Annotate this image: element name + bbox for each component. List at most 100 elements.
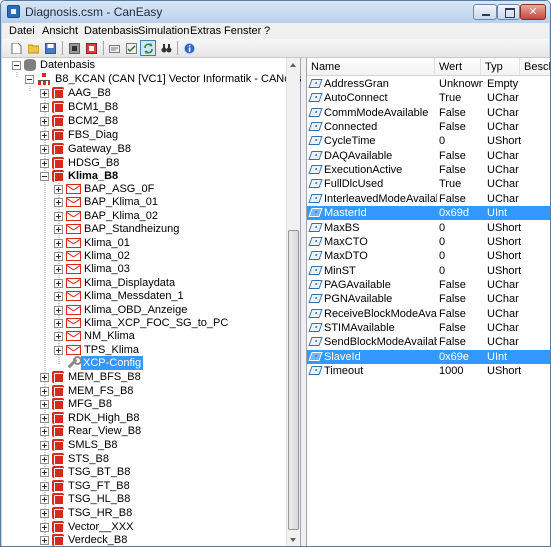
scroll-up-icon[interactable] (287, 58, 300, 73)
tree-ecu-rear_view_b8[interactable]: Rear_View_B8 (2, 424, 282, 438)
grid-row-interleavedmodeavailable[interactable]: InterleavedModeAvailableFalse UChar (307, 192, 550, 206)
tree-ecu-hdsg_b8[interactable]: HDSG_B8 (2, 156, 282, 170)
menu-extras[interactable]: Extras (190, 25, 221, 37)
database-tree[interactable]: Datenbasis B8_KCAN (CAN [VC1] Vector Inf… (2, 58, 339, 546)
expand-icon[interactable] (40, 400, 49, 410)
tree-message-klima_xcp_foc_sg_to_pc[interactable]: Klima_XCP_FOC_SG_to_PC (2, 316, 282, 330)
tree-ecu-aag_b8[interactable]: AAG_B8 (2, 86, 282, 100)
expand-icon[interactable] (54, 292, 63, 302)
expand-icon[interactable] (54, 225, 63, 235)
cell-value[interactable]: 0x69e (439, 350, 483, 364)
cell-value[interactable]: False (439, 120, 483, 134)
collapse-icon[interactable] (12, 61, 21, 70)
grid-row-stimavailable[interactable]: STIMAvailable False UChar (307, 321, 550, 335)
menu-datei[interactable]: Datei (9, 25, 35, 37)
expand-icon[interactable] (40, 536, 49, 546)
expand-icon[interactable] (54, 252, 63, 261)
expand-icon[interactable] (40, 145, 49, 154)
grid-row-pagavailable[interactable]: PAGAvailable False UChar (307, 278, 550, 292)
tree-ecu-tsg_hr_b8[interactable]: TSG_HR_B8 (2, 506, 282, 520)
tree-ecu-bcm1_b8[interactable]: BCM1_B8 (2, 100, 282, 114)
expand-icon[interactable] (54, 185, 63, 194)
cell-value[interactable]: False (439, 192, 483, 206)
tree-ecu-gateway_b8[interactable]: Gateway_B8 (2, 142, 282, 156)
new-button[interactable] (8, 40, 24, 56)
expand-icon[interactable] (40, 413, 49, 423)
collapse-icon[interactable] (25, 75, 34, 84)
cell-value[interactable]: False (439, 106, 483, 120)
expand-icon[interactable] (54, 345, 63, 355)
maximize-button[interactable] (497, 4, 520, 20)
grid-row-masterid[interactable]: MasterId 0x69d UInt (307, 206, 550, 221)
cell-value[interactable]: False (439, 278, 483, 292)
expand-icon[interactable] (40, 441, 49, 450)
expand-icon[interactable] (40, 131, 49, 140)
tree-ecu-rdk_high_b8[interactable]: RDK_High_B8 (2, 411, 282, 425)
cell-value[interactable]: True (439, 177, 483, 191)
tree-message-klima_displaydata[interactable]: Klima_Displaydata (2, 276, 282, 290)
expand-icon[interactable] (40, 481, 49, 491)
cell-value[interactable]: False (439, 292, 483, 306)
expand-icon[interactable] (40, 509, 49, 518)
grid-row-maxcto[interactable]: MaxCTO 0 UShort (307, 235, 550, 249)
tree-ecu-expanded[interactable]: Klima_B8 (2, 169, 282, 183)
cell-value[interactable]: Unknown (439, 77, 483, 91)
grid-row-cycletime[interactable]: CycleTime 0 UShort (307, 134, 550, 148)
collapse-icon[interactable] (40, 172, 49, 181)
title-bar[interactable]: Diagnosis.csm - CanEasy ✕ (1, 1, 550, 23)
record-button[interactable] (83, 40, 99, 56)
close-button[interactable]: ✕ (520, 4, 546, 20)
expand-icon[interactable] (54, 319, 63, 328)
cell-value[interactable]: False (439, 149, 483, 163)
tree-message-klima_02[interactable]: Klima_02 (2, 249, 282, 263)
expand-icon[interactable] (54, 265, 63, 275)
cell-value[interactable]: 0 (439, 235, 483, 249)
tree-message-klima_obd_anzeige[interactable]: Klima_OBD_Anzeige (2, 303, 282, 317)
grid-row-commmodeavailable[interactable]: CommModeAvailable False UChar (307, 106, 550, 120)
grid-row-slaveid[interactable]: SlaveId 0x69e UInt (307, 349, 550, 364)
tree-ecu-fbs_diag[interactable]: FBS_Diag (2, 128, 282, 142)
expand-icon[interactable] (54, 198, 63, 208)
expand-icon[interactable] (40, 522, 49, 532)
minimize-button[interactable] (473, 4, 497, 20)
tree-message-bap_klima_02[interactable]: BAP_Klima_02 (2, 209, 282, 223)
grid-row-maxbs[interactable]: MaxBS 0 UShort (307, 221, 550, 235)
tree-message-bap_asg_0f[interactable]: BAP_ASG_0F (2, 182, 282, 196)
grid-row-connected[interactable]: Connected False UChar (307, 120, 550, 134)
column-header-description[interactable]: Besch (520, 58, 550, 76)
expand-icon[interactable] (40, 103, 49, 112)
grid-row-receiveblockmodeavailable[interactable]: ReceiveBlockModeAvailableFalse UChar (307, 307, 550, 321)
tree-ecu-vector__xxx[interactable]: Vector__XXX (2, 520, 282, 534)
cell-value[interactable]: False (439, 163, 483, 177)
menu-help[interactable]: ? (264, 25, 270, 37)
cell-value[interactable]: 0 (439, 249, 483, 263)
expand-icon[interactable] (54, 238, 63, 248)
tree-ecu-tsg_hl_b8[interactable]: TSG_HL_B8 (2, 492, 282, 506)
property-grid[interactable]: Name Wert Typ Besch AddressGran Unknown Em… (306, 58, 550, 546)
tree-item-xcp-config[interactable]: XCP-Config (2, 356, 282, 370)
stop-button[interactable] (66, 40, 82, 56)
tree-ecu-bcm2_b8[interactable]: BCM2_B8 (2, 114, 282, 128)
menu-simulation[interactable]: Simulation (138, 25, 189, 37)
expand-icon[interactable] (54, 305, 63, 315)
grid-row-fulldlcused[interactable]: FullDlcUsed True UChar (307, 177, 550, 191)
check-button[interactable] (123, 40, 139, 56)
grid-row-daqavailable[interactable]: DAQAvailable False UChar (307, 149, 550, 163)
tree-ecu-tsg_ft_b8[interactable]: TSG_FT_B8 (2, 479, 282, 493)
tree-network[interactable]: B8_KCAN (CAN [VC1] Vector Informatik - C… (2, 72, 339, 86)
cell-value[interactable]: 0 (439, 134, 483, 148)
tree-message-bap_standheizung[interactable]: BAP_Standheizung (2, 222, 282, 236)
menu-ansicht[interactable]: Ansicht (42, 25, 78, 37)
expand-icon[interactable] (40, 89, 49, 98)
tree-ecu-smls_b8[interactable]: SMLS_B8 (2, 438, 282, 452)
cell-value[interactable]: False (439, 335, 483, 349)
column-header-type[interactable]: Typ (481, 58, 520, 76)
search-button[interactable] (158, 40, 174, 56)
tree-ecu-mfg_b8[interactable]: MFG_B8 (2, 397, 282, 411)
refresh-button[interactable] (140, 40, 156, 56)
tree-message-bap_klima_01[interactable]: BAP_Klima_01 (2, 195, 282, 209)
cell-value[interactable]: False (439, 321, 483, 335)
expand-icon[interactable] (40, 495, 49, 505)
menu-fenster[interactable]: Fenster (224, 25, 261, 37)
grid-row-sendblockmodeavailable[interactable]: SendBlockModeAvailable False UChar (307, 335, 550, 349)
